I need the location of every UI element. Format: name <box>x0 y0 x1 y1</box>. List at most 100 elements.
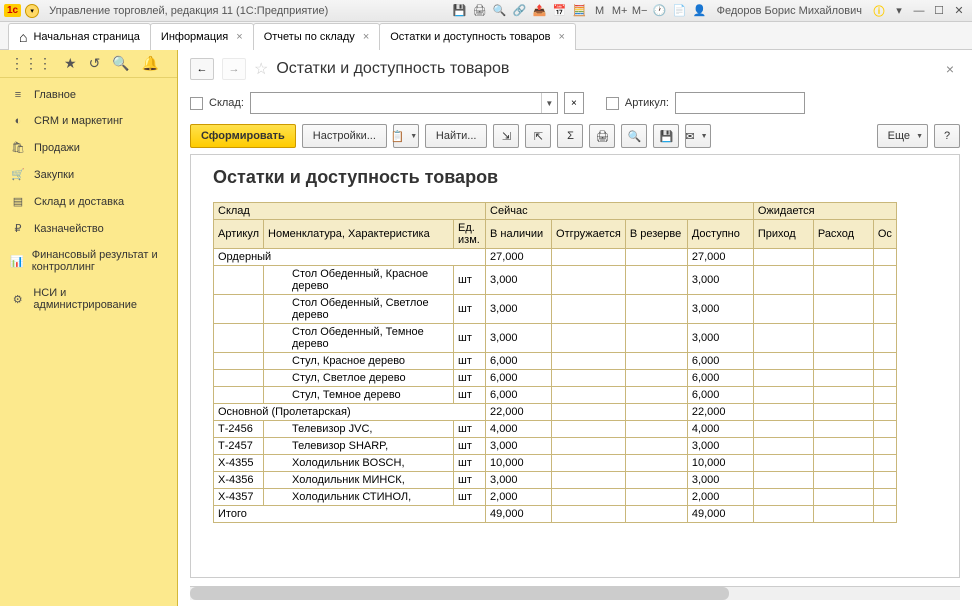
col-incoming: Приход <box>753 220 813 249</box>
print-button[interactable]: 🖨 <box>589 124 615 148</box>
article-input[interactable] <box>675 92 805 114</box>
history-icon[interactable]: ↺ <box>89 55 101 72</box>
col-available: Доступно <box>687 220 753 249</box>
clock-icon[interactable]: 🕐 <box>651 2 669 20</box>
col-article: Артикул <box>214 220 264 249</box>
info-dropdown-icon[interactable]: ▾ <box>890 2 908 20</box>
tab-info[interactable]: Информация × <box>150 23 254 50</box>
info-icon[interactable]: ⓘ <box>870 2 888 20</box>
export-icon[interactable]: 📤 <box>531 2 549 20</box>
col-os: Ос <box>873 220 896 249</box>
text-m-icon[interactable]: M <box>591 2 609 20</box>
report-area[interactable]: Остатки и доступность товаров СкладСейча… <box>190 154 960 578</box>
table-row[interactable]: Х-4357Холодильник СТИНОЛ,шт2,0002,000 <box>214 489 897 506</box>
close-icon[interactable]: × <box>558 31 564 43</box>
warehouse-combo[interactable]: ▼ <box>250 92 558 114</box>
search-icon[interactable]: 🔍 <box>491 2 509 20</box>
tab-home[interactable]: ⌂ Начальная страница <box>8 23 151 50</box>
calendar-icon[interactable]: 📅 <box>551 2 569 20</box>
group-row[interactable]: Ордерный27,00027,000 <box>214 249 897 266</box>
clear-warehouse-button[interactable]: × <box>564 92 584 114</box>
table-row[interactable]: Стол Обеденный, Темное деревошт3,0003,00… <box>214 324 897 353</box>
sidebar-item-0[interactable]: ≡Главное <box>0 82 177 108</box>
table-row[interactable]: Т-2457Телевизор SHARP,шт3,0003,000 <box>214 438 897 455</box>
sidebar-item-7[interactable]: ⚙ НСИ и администрирование <box>0 280 177 318</box>
search-icon[interactable]: 🔍 <box>112 55 129 72</box>
save-icon[interactable]: 💾 <box>451 2 469 20</box>
sidebar-item-2[interactable]: 🛍Продажи <box>0 134 177 161</box>
maximize-button[interactable]: ☐ <box>930 3 948 19</box>
col-shipping: Отгружается <box>552 220 626 249</box>
find-button[interactable]: Найти... <box>425 124 488 148</box>
sidebar-item-label: НСИ и администрирование <box>33 287 167 311</box>
table-row[interactable]: Х-4355Холодильник BOSCH,шт10,00010,000 <box>214 455 897 472</box>
home-icon: ⌂ <box>19 29 27 45</box>
group-row[interactable]: Основной (Пролетарская)22,00022,000 <box>214 404 897 421</box>
app-menu-dropdown[interactable]: ▾ <box>25 4 39 18</box>
sidebar-item-5[interactable]: ₽Казначейство <box>0 215 177 242</box>
horizontal-scrollbar[interactable] <box>190 586 960 600</box>
sidebar-item-6[interactable]: 📊Финансовый результат и контроллинг <box>0 242 177 280</box>
print-icon[interactable]: 🖨 <box>471 2 489 20</box>
close-icon[interactable]: × <box>236 31 242 43</box>
table-row[interactable]: Х-4356Холодильник МИНСК,шт3,0003,000 <box>214 472 897 489</box>
sidebar-item-label: Закупки <box>34 169 74 181</box>
close-icon[interactable]: × <box>363 31 369 43</box>
sidebar-item-label: Главное <box>34 89 76 101</box>
warehouse-checkbox[interactable] <box>190 97 203 110</box>
document-icon[interactable]: 📄 <box>671 2 689 20</box>
favorite-star-icon[interactable]: ☆ <box>254 59 268 79</box>
tab-label: Остатки и доступность товаров <box>390 31 550 43</box>
sidebar-icon: 🛒 <box>10 168 26 181</box>
article-checkbox[interactable] <box>606 97 619 110</box>
table-row[interactable]: Т-2456Телевизор JVC,шт4,0004,000 <box>214 421 897 438</box>
content-area: ← → ☆ Остатки и доступность товаров × Ск… <box>178 50 972 606</box>
variants-button[interactable]: 📋▼ <box>393 124 419 148</box>
sum-button[interactable]: Σ <box>557 124 583 148</box>
email-button[interactable]: ✉▼ <box>685 124 711 148</box>
chevron-down-icon[interactable]: ▼ <box>541 93 557 113</box>
star-icon[interactable]: ★ <box>64 55 77 72</box>
save-report-button[interactable]: 💾 <box>653 124 679 148</box>
sidebar-item-3[interactable]: 🛒 Закупки <box>0 161 177 188</box>
warehouse-label: Склад: <box>209 97 244 109</box>
expand-button[interactable]: ⇲ <box>493 124 519 148</box>
text-m-plus-icon[interactable]: M+ <box>611 2 629 20</box>
text-m-minus-icon[interactable]: M− <box>631 2 649 20</box>
sidebar-icon: 🛍 <box>10 141 26 154</box>
table-row[interactable]: Стол Обеденный, Красное деревошт3,0003,0… <box>214 266 897 295</box>
bell-icon[interactable]: 🔔 <box>142 55 159 72</box>
close-window-button[interactable]: ✕ <box>950 3 968 19</box>
minimize-button[interactable]: — <box>910 3 928 19</box>
close-page-button[interactable]: × <box>946 61 960 77</box>
sidebar-icon: ⚙ <box>10 293 25 306</box>
table-row[interactable]: Стул, Темное деревошт6,0006,000 <box>214 387 897 404</box>
current-user[interactable]: Федоров Борис Михайлович <box>711 5 868 17</box>
settings-button[interactable]: Настройки... <box>302 124 387 148</box>
col-warehouse: Склад <box>214 203 486 220</box>
back-button[interactable]: ← <box>190 58 214 80</box>
preview-button[interactable]: 🔍 <box>621 124 647 148</box>
total-row: Итого49,00049,000 <box>214 506 897 523</box>
generate-button[interactable]: Сформировать <box>190 124 296 148</box>
col-reserved: В резерве <box>625 220 687 249</box>
menu-grid-icon[interactable]: ⋮⋮⋮ <box>10 55 52 72</box>
more-button[interactable]: Еще▼ <box>877 124 928 148</box>
sidebar-item-1[interactable]: ◐CRM и маркетинг <box>0 108 177 134</box>
warehouse-input[interactable] <box>251 93 541 113</box>
table-row[interactable]: Стул, Светлое деревошт6,0006,000 <box>214 370 897 387</box>
user-icon[interactable]: 👤 <box>691 2 709 20</box>
help-button[interactable]: ? <box>934 124 960 148</box>
tab-stock-availability[interactable]: Остатки и доступность товаров × <box>379 23 576 50</box>
sidebar-item-4[interactable]: ▤Склад и доставка <box>0 188 177 215</box>
collapse-button[interactable]: ⇱ <box>525 124 551 148</box>
report-table: СкладСейчасОжидаетсяАртикулНоменклатура,… <box>213 202 897 523</box>
table-row[interactable]: Стол Обеденный, Светлое деревошт3,0003,0… <box>214 295 897 324</box>
table-row[interactable]: Стул, Красное деревошт6,0006,000 <box>214 353 897 370</box>
link-icon[interactable]: 🔗 <box>511 2 529 20</box>
calculator-icon[interactable]: 🧮 <box>571 2 589 20</box>
tab-warehouse-reports[interactable]: Отчеты по складу × <box>253 23 381 50</box>
page-title: Остатки и доступность товаров <box>276 60 509 78</box>
col-instock: В наличии <box>486 220 552 249</box>
forward-button[interactable]: → <box>222 58 246 80</box>
